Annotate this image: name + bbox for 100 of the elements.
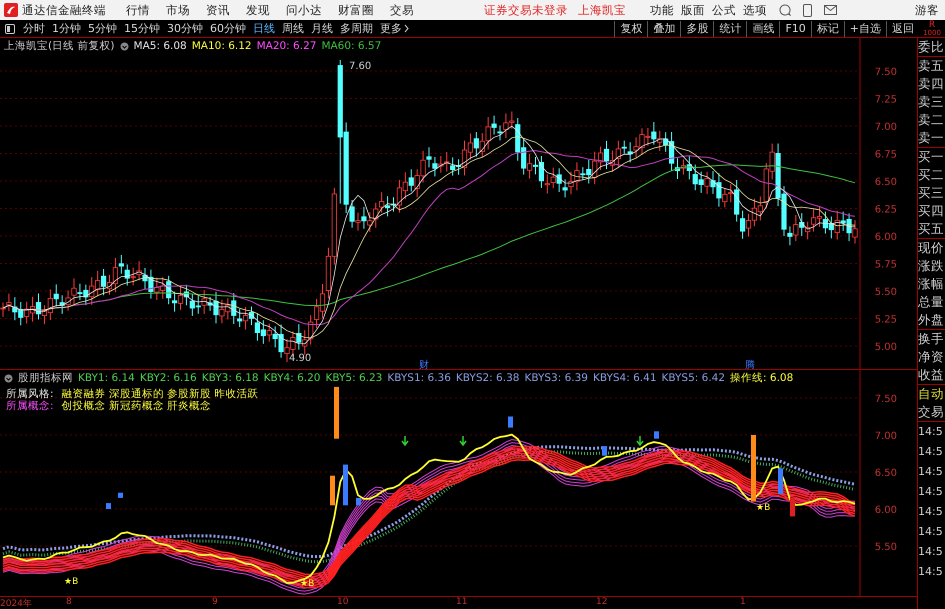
axis-label: 7.50 (874, 67, 897, 78)
indicator-title: 股朋指标网 (18, 371, 73, 386)
axis-label: 7.25 (874, 94, 897, 106)
menu-item[interactable]: 选项 (743, 2, 767, 18)
quote-label: 买三 (918, 184, 945, 202)
settings-icon[interactable] (4, 374, 13, 383)
panel-toggle-icon[interactable] (5, 24, 15, 34)
period-tab[interactable]: 1分钟 (52, 21, 81, 36)
date-label: 2024年 (0, 598, 32, 609)
indicator-value: KBYS5: 6.42 (662, 372, 726, 384)
time-cell-text: 14:5 (918, 444, 944, 460)
trade-label: 交易 (918, 403, 945, 421)
indicator-value: KBY1: 6.14 (78, 372, 135, 384)
date-label: 9 (212, 597, 218, 608)
axis-label: 5.50 (874, 287, 897, 298)
buy-signal-label: ★B (756, 503, 770, 514)
signal-bar (356, 498, 361, 506)
quote-label: 买五 (918, 220, 945, 238)
quote-label: 买二 (918, 166, 945, 184)
period-tab[interactable]: 日线 (253, 21, 275, 36)
time-cell-text: 14:5 (918, 504, 944, 520)
menu-item[interactable]: 版面 (681, 2, 705, 18)
indicator-value: KBYS3: 6.39 (524, 372, 588, 384)
time-cell-text: 14:5 (918, 524, 944, 540)
high-price-label: 7.60 (349, 61, 372, 72)
quote-label: 卖三 (918, 93, 945, 111)
axis-label: 6.75 (874, 150, 897, 160)
signal-bar (751, 435, 756, 502)
user-label[interactable]: 游客 (915, 2, 939, 18)
app-logo-icon (4, 3, 18, 17)
signal-bar (106, 504, 111, 510)
date-label: 8 (66, 597, 72, 608)
signal-bar (790, 498, 795, 517)
axis-label: 6.00 (874, 232, 897, 243)
quote-label: 现价 (918, 239, 945, 257)
period-tab[interactable]: 多周期 (340, 21, 373, 36)
ma-value: MA60: 6.57 (321, 40, 382, 52)
axis-label: 7.50 (874, 394, 897, 406)
menu-item[interactable]: 市场 (166, 2, 190, 18)
indicator-value: KBY3: 6.18 (202, 372, 259, 384)
tag-label: 所属风格: (6, 388, 54, 400)
date-label: 11 (456, 597, 468, 608)
menu-item[interactable]: 功能 (650, 2, 674, 18)
quote-label: 卖二 (918, 111, 945, 129)
period-tab[interactable]: 30分钟 (167, 21, 203, 36)
menu-item[interactable]: 公式 (712, 2, 736, 18)
quote-label: 卖一 (918, 129, 945, 147)
low-price-label: 4.90 (289, 353, 312, 364)
period-tab[interactable]: 周线 (282, 21, 304, 36)
mail-icon[interactable] (824, 5, 837, 15)
settings-icon[interactable] (120, 42, 129, 50)
indicator-value: KBYS4: 6.41 (592, 372, 656, 384)
time-cell-text: 14:5 (918, 424, 944, 440)
period-tab[interactable]: 5分钟 (88, 21, 117, 36)
signal-bar (343, 465, 348, 506)
period-tab[interactable]: 分时 (23, 21, 45, 36)
period-tab[interactable]: 60分钟 (210, 21, 246, 36)
date-label: 1 (740, 597, 746, 608)
indicator-value: KBYS2: 6.38 (456, 372, 520, 384)
event-mark: 腾 (745, 360, 755, 370)
menu-item[interactable]: 财富圈 (338, 2, 374, 18)
date-label: 10 (337, 597, 348, 608)
axis-label: 7.00 (874, 431, 897, 442)
quote-label: 卖五 (918, 57, 945, 75)
tag-value: 创投概念 新冠药概念 肝炎概念 (62, 400, 212, 412)
ma-value: MA5: 6.08 (134, 40, 187, 52)
menu-item[interactable]: 交易 (390, 2, 414, 18)
quote-label: 净资 (918, 348, 945, 366)
period-tab[interactable]: 月线 (311, 21, 333, 36)
down-arrow-icon (636, 436, 644, 447)
more-tab[interactable]: 更多 (380, 21, 402, 36)
quote-label: 总量 (918, 293, 945, 311)
time-cell-text: 14:5 (918, 484, 944, 500)
chevron-right-icon[interactable] (404, 24, 409, 33)
signal-bar (602, 446, 607, 456)
menu-item[interactable]: 发现 (246, 2, 270, 18)
ma-value: MA10: 6.12 (192, 40, 252, 52)
buy-signal-label: ★B (64, 577, 78, 588)
quote-label: 收益 (918, 366, 945, 384)
indicator-value: KBYS1: 6.36 (387, 372, 451, 384)
axis-label: 6.50 (874, 468, 897, 480)
phone-icon[interactable] (803, 4, 812, 16)
quote-label: 买一 (918, 148, 945, 166)
axis-label: 7.00 (874, 122, 897, 133)
indicator-value: KBY4: 6.20 (264, 372, 320, 384)
time-cell-text: 14:5 (918, 544, 944, 560)
notice-text: 上海凯宝 (578, 2, 626, 18)
menu-item[interactable]: 资讯 (206, 2, 230, 18)
period-tab[interactable]: 15分钟 (124, 21, 160, 36)
app-title: 通达信金融终端 (22, 2, 106, 18)
chat-icon[interactable] (779, 4, 791, 16)
axis-label: 5.25 (874, 314, 897, 326)
menu-item[interactable]: 问小达 (286, 2, 322, 18)
down-arrow-icon (459, 436, 467, 447)
tag-label: 所属概念: (6, 400, 54, 412)
quote-label: 涨跌 (918, 257, 945, 275)
menu-item[interactable]: 行情 (126, 2, 150, 18)
quote-label: 外盘 (918, 311, 945, 329)
quote-label: 买四 (918, 202, 945, 220)
signal-bar (330, 476, 335, 506)
